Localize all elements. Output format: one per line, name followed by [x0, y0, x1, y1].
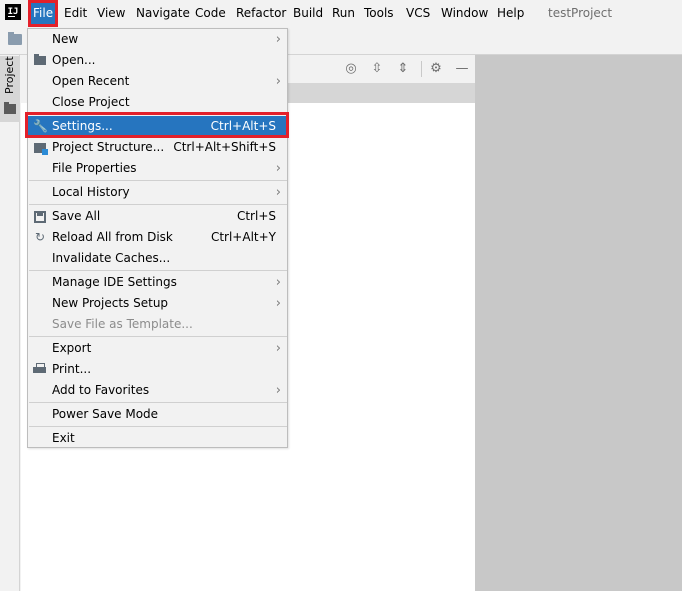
file-menu-dropdown: New › Open... Open Recent › Close Projec… — [27, 28, 288, 448]
menu-item-close-project[interactable]: Close Project — [28, 92, 287, 113]
menu-separator — [29, 426, 287, 427]
menu-item-label: File Properties — [52, 161, 137, 175]
menu-item-label: Exit — [52, 431, 75, 445]
settings-highlight-outline — [25, 112, 289, 138]
menu-item-export[interactable]: Export › — [28, 338, 287, 359]
menu-item-open-recent[interactable]: Open Recent › — [28, 71, 287, 92]
menu-item-label: Power Save Mode — [52, 407, 159, 421]
menu-separator — [29, 270, 287, 271]
menu-item-label: New Projects Setup — [52, 296, 169, 310]
menu-item-new[interactable]: New › — [28, 29, 287, 50]
project-tab-label: Project — [3, 56, 16, 94]
menu-item-label: Save File as Template... — [52, 317, 193, 331]
menu-item-reload-all[interactable]: ↻ Reload All from Disk Ctrl+Alt+Y — [28, 227, 287, 248]
menu-item-label: Manage IDE Settings — [52, 275, 177, 289]
menu-build[interactable]: Build — [290, 2, 326, 25]
save-icon — [34, 211, 46, 223]
folder-open-icon — [34, 54, 46, 65]
menu-item-manage-ide-settings[interactable]: Manage IDE Settings › — [28, 272, 287, 293]
menu-separator — [29, 402, 287, 403]
menu-separator — [29, 204, 287, 205]
expand-all-icon[interactable]: ⇳ — [369, 61, 385, 77]
menu-item-shortcut: Ctrl+S — [236, 209, 276, 223]
chevron-right-icon: › — [275, 161, 281, 176]
menu-item-print[interactable]: Print... — [28, 359, 287, 380]
menu-item-label: Open... — [52, 53, 96, 67]
menu-item-power-save-mode[interactable]: Power Save Mode — [28, 404, 287, 425]
menu-help[interactable]: Help — [494, 2, 527, 25]
chevron-right-icon: › — [275, 275, 281, 290]
menu-item-file-properties[interactable]: File Properties › — [28, 158, 287, 179]
menu-item-save-all[interactable]: Save All Ctrl+S — [28, 206, 287, 227]
intellij-logo-icon: IJ — [5, 4, 21, 20]
menu-edit[interactable]: Edit — [61, 2, 90, 25]
project-folder-icon[interactable] — [8, 32, 22, 45]
menu-file[interactable]: File — [27, 0, 59, 27]
collapse-all-icon[interactable]: ⇕ — [395, 61, 411, 77]
menu-item-new-projects-setup[interactable]: New Projects Setup › — [28, 293, 287, 314]
menu-code[interactable]: Code — [192, 2, 229, 25]
chevron-right-icon: › — [275, 32, 281, 47]
menu-item-label: Project Structure... — [52, 140, 165, 154]
menu-vcs[interactable]: VCS — [403, 2, 433, 25]
gear-icon[interactable]: ⚙ — [428, 61, 444, 77]
menu-item-project-structure[interactable]: Project Structure... Ctrl+Alt+Shift+S — [28, 137, 287, 158]
panel-header-separator — [421, 61, 422, 77]
menu-item-label: Save All — [52, 209, 101, 223]
menu-item-label: Local History — [52, 185, 130, 199]
window-title: testProject — [548, 6, 613, 20]
menu-window[interactable]: Window — [438, 2, 491, 25]
menu-item-save-as-template: Save File as Template... — [28, 314, 287, 335]
menu-item-shortcut: Ctrl+Alt+Shift+S — [173, 140, 276, 154]
print-icon — [33, 363, 46, 373]
menu-refactor[interactable]: Refactor — [233, 2, 289, 25]
editor-area — [475, 55, 682, 591]
menu-item-label: Reload All from Disk — [52, 230, 173, 244]
project-structure-icon — [34, 143, 48, 155]
left-tool-strip — [0, 55, 20, 591]
menu-item-label: Print... — [52, 362, 92, 376]
menu-item-exit[interactable]: Exit — [28, 428, 287, 449]
project-panel-tabbar — [288, 83, 475, 103]
menu-item-label: Open Recent — [52, 74, 130, 88]
chevron-right-icon: › — [275, 341, 281, 356]
menu-separator — [29, 180, 287, 181]
chevron-right-icon: › — [275, 185, 281, 200]
menu-bar: IJ File Edit View Navigate Code Refactor… — [0, 0, 682, 28]
chevron-right-icon: › — [275, 296, 281, 311]
menu-item-open[interactable]: Open... — [28, 50, 287, 71]
chevron-right-icon: › — [275, 383, 281, 398]
menu-item-label: Export — [52, 341, 92, 355]
menu-tools[interactable]: Tools — [361, 2, 397, 25]
menu-item-label: Close Project — [52, 95, 130, 109]
locate-icon[interactable]: ◎ — [343, 61, 359, 77]
menu-navigate[interactable]: Navigate — [133, 2, 193, 25]
reload-icon: ↻ — [34, 230, 46, 244]
menu-separator — [29, 336, 287, 337]
menu-item-shortcut: Ctrl+Alt+Y — [210, 230, 276, 244]
menu-item-label: Invalidate Caches... — [52, 251, 171, 265]
project-folder-icon — [4, 102, 16, 114]
chevron-right-icon: › — [275, 74, 281, 89]
menu-view[interactable]: View — [94, 2, 128, 25]
menu-item-invalidate-caches[interactable]: Invalidate Caches... — [28, 248, 287, 269]
menu-item-add-to-favorites[interactable]: Add to Favorites › — [28, 380, 287, 401]
minimize-icon[interactable]: — — [454, 61, 470, 77]
menu-item-local-history[interactable]: Local History › — [28, 182, 287, 203]
menu-item-label: New — [52, 32, 79, 46]
menu-item-label: Add to Favorites — [52, 383, 150, 397]
menu-run[interactable]: Run — [329, 2, 358, 25]
